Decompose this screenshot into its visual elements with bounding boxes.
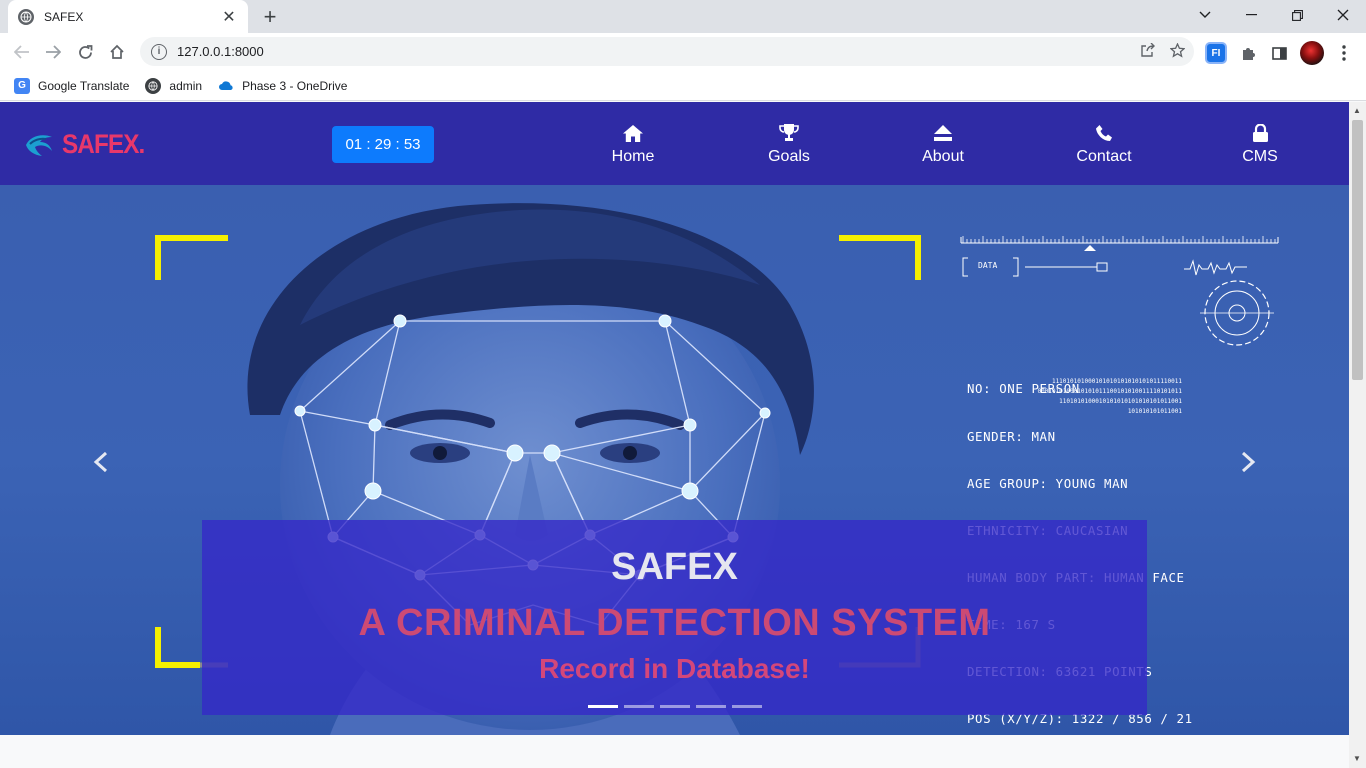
nav-about[interactable]: About — [893, 122, 993, 166]
web-page: SAFEX. 01 : 29 : 53 Home Goals About Con… — [0, 102, 1349, 768]
site-info-icon[interactable]: i — [151, 43, 167, 60]
close-tab-icon[interactable]: ✕ — [220, 7, 238, 27]
scroll-up-arrow-icon[interactable]: ▲ — [1353, 106, 1361, 115]
nav-goals-label: Goals — [768, 148, 810, 165]
caption-text: Record in Database! — [539, 653, 810, 684]
browser-tab-strip: SAFEX ✕ + — [0, 0, 1366, 33]
carousel-caption: SAFEX A CRIMINAL DETECTION SYSTEM Record… — [202, 520, 1147, 715]
nav-goals[interactable]: Goals — [739, 122, 839, 166]
bookmark-label: admin — [169, 78, 203, 93]
menu-dots-icon[interactable] — [1333, 42, 1355, 64]
home-button[interactable] — [104, 39, 130, 65]
browser-tab[interactable]: SAFEX ✕ — [8, 0, 248, 33]
bookmark-star-icon[interactable] — [1164, 41, 1190, 61]
bookmark-label: Google Translate — [38, 78, 130, 93]
bookmark-admin[interactable]: admin — [145, 77, 203, 94]
caption-subtitle: A CRIMINAL DETECTION SYSTEM — [358, 602, 991, 644]
tab-title: SAFEX — [44, 9, 84, 24]
eject-icon — [893, 122, 993, 144]
bookmark-google-translate[interactable]: G Google Translate — [14, 77, 130, 94]
extensions-puzzle-icon[interactable] — [1237, 42, 1259, 64]
bookmark-onedrive[interactable]: Phase 3 - OneDrive — [218, 78, 347, 94]
address-bar[interactable]: i 127.0.0.1:8000 — [140, 37, 1194, 66]
page-scrollbar[interactable]: ▲ ▼ — [1349, 102, 1366, 768]
hud-data-label: DATA — [978, 261, 998, 270]
globe-icon — [18, 8, 34, 25]
phone-icon — [1054, 122, 1154, 144]
carousel-next-button[interactable] — [1233, 445, 1263, 475]
extension-fi-icon[interactable]: FI — [1205, 42, 1227, 64]
hud-line: GENDER: MAN — [967, 428, 1056, 444]
carousel-indicator-3[interactable] — [660, 705, 690, 708]
carousel-indicators — [588, 705, 768, 708]
carousel-indicator-4[interactable] — [696, 705, 726, 708]
carousel-indicator-5[interactable] — [732, 705, 762, 708]
bookmarks-bar: G Google Translate admin Phase 3 - OneDr… — [0, 71, 1366, 101]
reload-button[interactable] — [72, 39, 98, 65]
page-bottom-strip — [0, 735, 1349, 768]
trophy-icon — [739, 122, 839, 144]
back-button[interactable] — [9, 39, 35, 65]
new-tab-button[interactable]: + — [256, 4, 284, 30]
restore-button[interactable] — [1274, 0, 1320, 30]
minimize-button[interactable] — [1228, 0, 1274, 30]
lock-icon — [1210, 122, 1310, 144]
nav-home[interactable]: Home — [583, 122, 683, 166]
home-icon — [583, 122, 683, 144]
nav-contact[interactable]: Contact — [1054, 122, 1154, 166]
hero-carousel: DATA 11101010100010101010101010101111001… — [0, 185, 1349, 735]
carousel-prev-button[interactable] — [86, 445, 116, 475]
globe-icon — [145, 77, 162, 94]
close-window-button[interactable] — [1320, 0, 1366, 30]
share-icon[interactable] — [1134, 42, 1160, 60]
nav-about-label: About — [922, 148, 964, 165]
nav-home-label: Home — [611, 148, 655, 165]
brand-logo[interactable]: SAFEX. — [24, 129, 154, 160]
carousel-indicator-2[interactable] — [624, 705, 654, 708]
scrollbar-thumb[interactable] — [1352, 120, 1363, 380]
nav-contact-label: Contact — [1076, 148, 1132, 165]
caption-title: SAFEX — [611, 546, 738, 588]
hud-ruler — [960, 237, 1279, 244]
brand-name: SAFEX. — [62, 129, 145, 159]
profile-avatar[interactable] — [1300, 41, 1324, 65]
carousel-indicator-1[interactable] — [588, 705, 618, 708]
countdown-timer: 01 : 29 : 53 — [332, 126, 434, 163]
google-translate-icon: G — [14, 77, 30, 94]
site-navbar: SAFEX. 01 : 29 : 53 Home Goals About Con… — [0, 102, 1349, 185]
nav-cms-label: CMS — [1242, 148, 1278, 165]
browser-toolbar: i 127.0.0.1:8000 FI — [0, 33, 1366, 71]
dolphin-logo-icon — [26, 134, 52, 156]
tab-search-icon[interactable] — [1182, 0, 1228, 30]
hud-line: AGE GROUP: YOUNG MAN — [967, 475, 1129, 491]
scroll-down-arrow-icon[interactable]: ▼ — [1353, 754, 1361, 763]
side-panel-icon[interactable] — [1268, 42, 1290, 64]
forward-button[interactable] — [40, 39, 66, 65]
bookmark-label: Phase 3 - OneDrive — [242, 78, 348, 93]
onedrive-icon — [218, 78, 234, 94]
hud-line: NO: ONE PERSON — [967, 381, 1080, 397]
url-text[interactable]: 127.0.0.1:8000 — [177, 44, 1134, 59]
nav-cms[interactable]: CMS — [1210, 122, 1310, 166]
